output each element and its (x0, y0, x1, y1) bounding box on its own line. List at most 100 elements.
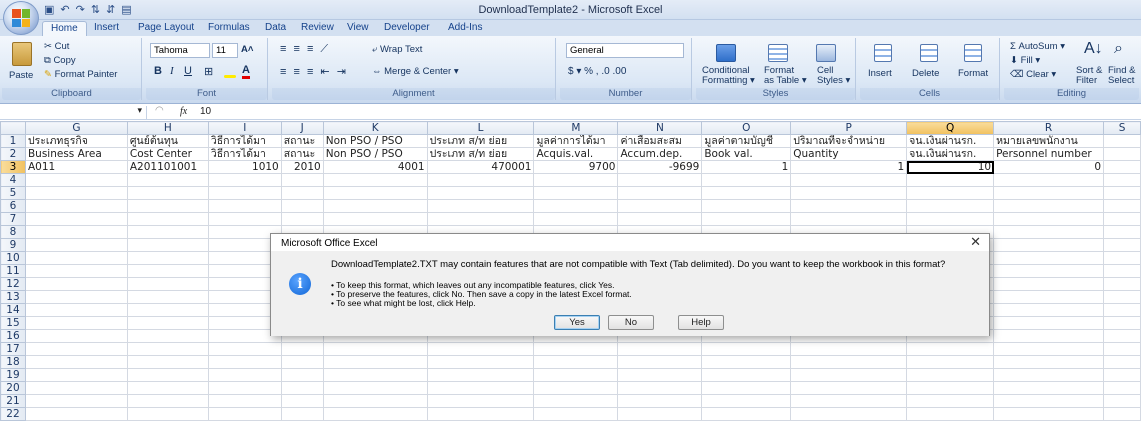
cell-j2[interactable]: สถานะ (280, 147, 324, 161)
cell-s16[interactable] (1103, 329, 1141, 343)
cell-s21[interactable] (1103, 394, 1141, 408)
insert-cells-icon[interactable] (874, 44, 892, 62)
cell-k21[interactable] (322, 394, 428, 408)
row-header[interactable]: 10 (0, 251, 26, 265)
cell-r18[interactable] (993, 355, 1105, 369)
column-header-s[interactable]: S (1103, 121, 1141, 135)
row-header[interactable]: 9 (0, 238, 26, 252)
fill-button[interactable]: ⬇ Fill ▾ (1010, 55, 1040, 66)
tab-view[interactable]: View (339, 21, 377, 36)
copy-button[interactable]: ⧉ Copy (44, 55, 76, 66)
cell-s22[interactable] (1103, 407, 1141, 421)
cell-q4[interactable] (906, 173, 995, 187)
row-header[interactable]: 2 (0, 147, 26, 161)
cell-o4[interactable] (701, 173, 792, 187)
cell-m7[interactable] (533, 212, 619, 226)
cell-n20[interactable] (617, 381, 703, 395)
cell-j4[interactable] (280, 173, 324, 187)
cell-j6[interactable] (280, 199, 324, 213)
cell-h1[interactable]: ศูนย์ต้นทุน (126, 134, 209, 148)
cell-r15[interactable] (993, 316, 1105, 330)
cell-s20[interactable] (1103, 381, 1141, 395)
cell-h16[interactable] (126, 329, 209, 343)
row-header[interactable]: 7 (0, 212, 26, 226)
cell-i6[interactable] (207, 199, 282, 213)
tab-add-ins[interactable]: Add-Ins (440, 21, 490, 36)
cell-o3[interactable]: 1 (701, 160, 792, 174)
tab-data[interactable]: Data (257, 21, 294, 36)
format-painter-button[interactable]: ✎ Format Painter (44, 69, 117, 80)
row-header[interactable]: 15 (0, 316, 26, 330)
cell-h20[interactable] (126, 381, 209, 395)
cell-r22[interactable] (993, 407, 1105, 421)
cell-n3[interactable]: -9699 (617, 160, 703, 174)
cell-q7[interactable] (906, 212, 995, 226)
merge-center-button[interactable]: ⇔ Merge & Center ▾ (372, 66, 459, 77)
cell-g2[interactable]: Business Area (24, 147, 128, 161)
cell-r2[interactable]: Personnel number (993, 147, 1105, 161)
cell-q2[interactable]: จน.เงินผ่านรก. (906, 147, 995, 161)
cell-q1[interactable]: จน.เงินผ่านรก. (906, 134, 995, 148)
tab-developer[interactable]: Developer (376, 21, 438, 36)
cell-k22[interactable] (322, 407, 428, 421)
cell-s5[interactable] (1103, 186, 1141, 200)
column-header-m[interactable]: M (533, 121, 619, 135)
cell-p20[interactable] (790, 381, 908, 395)
cell-q6[interactable] (906, 199, 995, 213)
cell-o22[interactable] (701, 407, 792, 421)
cell-g10[interactable] (24, 251, 128, 265)
autosum-button[interactable]: Σ AutoSum ▾ (1010, 41, 1065, 52)
cell-s10[interactable] (1103, 251, 1141, 265)
cell-r10[interactable] (993, 251, 1105, 265)
cell-n17[interactable] (617, 342, 703, 356)
cell-l1[interactable]: ประเภท ส/ท ย่อย (426, 134, 535, 148)
row-header[interactable]: 16 (0, 329, 26, 343)
cell-i17[interactable] (207, 342, 282, 356)
cell-i1[interactable]: วิธีการได้มา (207, 134, 282, 148)
column-header-o[interactable]: O (701, 121, 792, 135)
cell-s19[interactable] (1103, 368, 1141, 382)
cell-i19[interactable] (207, 368, 282, 382)
cell-m19[interactable] (533, 368, 619, 382)
row-header[interactable]: 14 (0, 303, 26, 317)
cell-p7[interactable] (790, 212, 908, 226)
cell-s11[interactable] (1103, 264, 1141, 278)
cell-styles-button[interactable]: Cell Styles ▾ (817, 66, 850, 86)
cell-k1[interactable]: Non PSO / PSO (322, 134, 428, 148)
cell-q21[interactable] (906, 394, 995, 408)
cell-g22[interactable] (24, 407, 128, 421)
find-select-button[interactable]: Find & Select (1108, 66, 1135, 86)
help-button[interactable]: Help (678, 315, 724, 330)
cell-r13[interactable] (993, 290, 1105, 304)
cell-r16[interactable] (993, 329, 1105, 343)
row-header[interactable]: 18 (0, 355, 26, 369)
cell-r5[interactable] (993, 186, 1105, 200)
name-box-dropdown-icon[interactable]: ▾ (137, 106, 142, 116)
cell-j5[interactable] (280, 186, 324, 200)
cell-l3[interactable]: 470001 (426, 160, 535, 174)
cell-i3[interactable]: 1010 (207, 160, 282, 174)
cell-p17[interactable] (790, 342, 908, 356)
cell-l22[interactable] (426, 407, 535, 421)
cell-o1[interactable]: มูลค่าตามบัญชี (701, 134, 792, 148)
cell-s7[interactable] (1103, 212, 1141, 226)
cell-o17[interactable] (701, 342, 792, 356)
cell-s8[interactable] (1103, 225, 1141, 239)
cell-s4[interactable] (1103, 173, 1141, 187)
column-header-r[interactable]: R (993, 121, 1105, 135)
cell-g15[interactable] (24, 316, 128, 330)
format-as-table-icon[interactable] (768, 44, 788, 62)
cell-p3[interactable]: 1 (790, 160, 908, 174)
row-header[interactable]: 21 (0, 394, 26, 408)
cell-n6[interactable] (617, 199, 703, 213)
cell-g8[interactable] (24, 225, 128, 239)
cell-h15[interactable] (126, 316, 209, 330)
cell-h12[interactable] (126, 277, 209, 291)
cell-h2[interactable]: Cost Center (126, 147, 209, 161)
cell-h22[interactable] (126, 407, 209, 421)
paste-icon[interactable] (12, 42, 32, 66)
cell-l17[interactable] (426, 342, 535, 356)
cell-q5[interactable] (906, 186, 995, 200)
cell-r17[interactable] (993, 342, 1105, 356)
sort-filter-button[interactable]: Sort & Filter (1076, 66, 1102, 86)
